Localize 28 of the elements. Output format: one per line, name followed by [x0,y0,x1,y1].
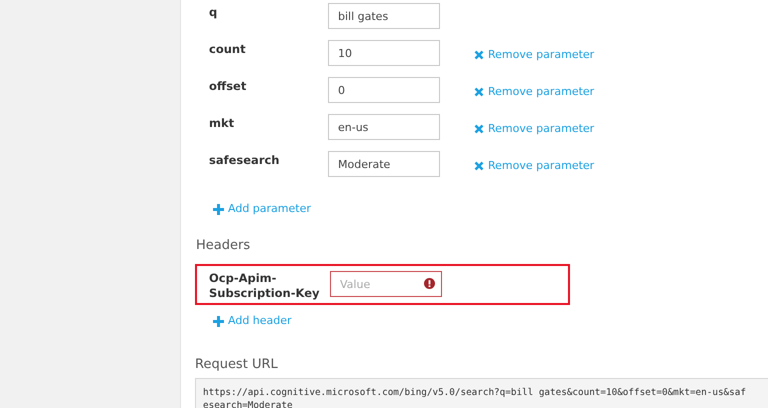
close-icon [474,50,484,60]
parameter-name: count [208,41,247,58]
header-value-field[interactable]: Value [330,271,442,297]
parameter-name: q [208,4,218,21]
remove-parameter-link[interactable]: Remove parameter [474,158,594,174]
parameter-value-field[interactable]: Moderate [328,151,440,177]
add-header-link[interactable]: Add header [213,312,292,330]
section-heading: Request URL [195,356,279,374]
error-icon [424,278,435,288]
section-heading: Headers [196,237,252,255]
parameter-value-field[interactable]: 10 [328,40,440,66]
plus-icon [213,316,224,326]
remove-parameter-link[interactable]: Remove parameter [474,47,594,64]
parameter-name: safesearch [208,152,280,169]
header-name: Ocp-Apim- Subscription-Key [208,270,321,300]
remove-parameter-link[interactable]: Remove parameter [474,84,594,100]
add-parameter-link[interactable]: Add parameter [213,201,311,218]
request-url-text: https://api.cognitive.microsoft.com/bing/v5.0/search?q=bill gates&count=10&offset=0&mkt=en-us&safesearch=Moderate [203,386,746,408]
remove-parameter-link[interactable]: Remove parameter [474,121,594,138]
parameter-value-field[interactable]: bill gates [328,3,440,29]
parameter-value-field[interactable]: en-us [328,114,440,140]
parameter-value-field[interactable]: 0 [328,77,440,103]
close-icon [474,124,484,134]
plus-icon [213,204,224,215]
parameter-name: offset [208,78,248,95]
close-icon [474,87,484,98]
parameter-name: mkt [208,115,236,132]
close-icon [474,161,484,172]
